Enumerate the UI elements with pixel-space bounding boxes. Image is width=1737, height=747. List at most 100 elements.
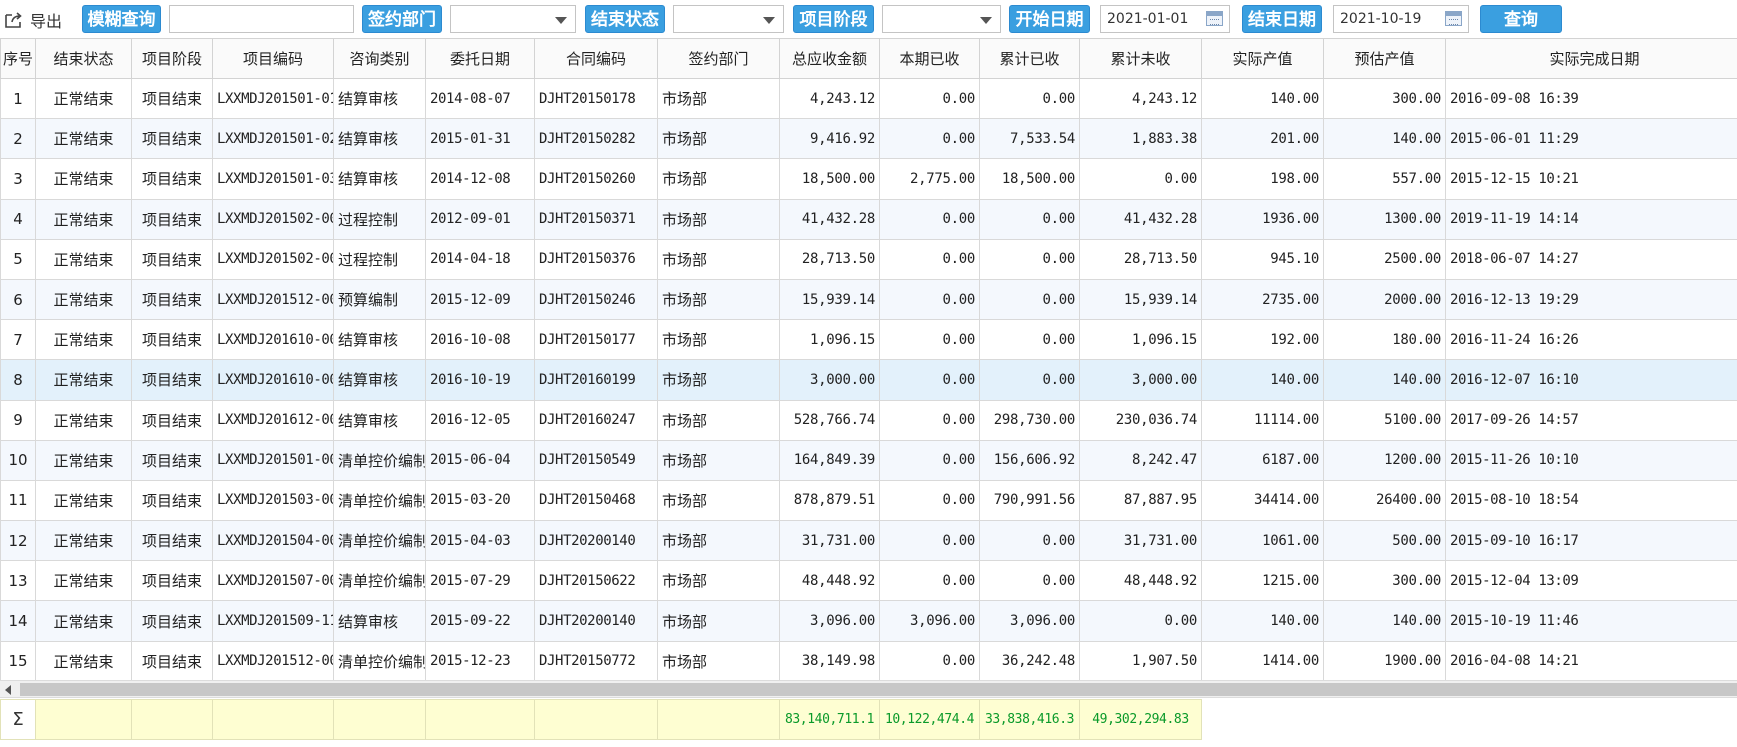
cell-cumulative-received: 7,533.54 bbox=[979, 118, 1080, 160]
table-row[interactable]: 6 正常结束 项目结束 LXXMDJ201512-001 预算编制 2015-12-09 D… bbox=[0, 278, 1737, 321]
department-select[interactable] bbox=[450, 5, 576, 33]
cell-contract-code: DJHT20150468 bbox=[534, 479, 658, 522]
column-header-consult-type[interactable]: 咨询类别 bbox=[333, 38, 426, 79]
table-row[interactable]: 11 正常结束 项目结束 LXXMDJ201503-009 清单控价编制 2015-03-… bbox=[0, 479, 1737, 522]
table-row[interactable]: 5 正常结束 项目结束 LXXMDJ201502-004 过程控制 2014-04-18 D… bbox=[0, 238, 1737, 280]
column-header-cumulative-received[interactable]: 累计已收 bbox=[979, 38, 1080, 79]
cell-actual-output: 34414.00 bbox=[1201, 479, 1324, 522]
table-row[interactable]: 2 正常结束 项目结束 LXXMDJ201501-023 结算审核 2015-01-31 D… bbox=[0, 118, 1737, 160]
cell-consult-type: 过程控制 bbox=[333, 198, 426, 240]
end-status-filter-label[interactable]: 结束状态 bbox=[585, 5, 665, 33]
column-header-project-stage[interactable]: 项目阶段 bbox=[131, 38, 213, 79]
summary-blank bbox=[1445, 699, 1737, 740]
cell-total-receivable: 31,731.00 bbox=[779, 520, 880, 562]
cell-actual-output: 201.00 bbox=[1201, 118, 1324, 160]
column-header-total-receivable[interactable]: 总应收金额 bbox=[779, 38, 880, 79]
cell-department: 市场部 bbox=[657, 640, 780, 682]
summary-cell bbox=[534, 699, 658, 740]
cell-estimated-output: 300.00 bbox=[1323, 77, 1446, 120]
cell-cumulative-received: 36,242.48 bbox=[979, 640, 1080, 682]
column-header-seq[interactable]: 序号 bbox=[0, 38, 36, 79]
column-header-entrust-date[interactable]: 委托日期 bbox=[425, 38, 535, 79]
cell-current-received: 3,096.00 bbox=[879, 600, 980, 642]
cell-consult-type: 清单控价编制 bbox=[333, 640, 426, 682]
table-row[interactable]: 12 正常结束 项目结束 LXXMDJ201504-000 清单控价编制 2015-04-… bbox=[0, 520, 1737, 562]
cell-cumulative-unreceived: 87,887.95 bbox=[1079, 479, 1202, 522]
column-header-completion-date[interactable]: 实际完成日期 bbox=[1445, 38, 1737, 79]
cell-contract-code: DJHT20150371 bbox=[534, 198, 658, 240]
department-filter-label[interactable]: 签约部门 bbox=[362, 5, 442, 33]
query-button[interactable]: 查询 bbox=[1480, 5, 1562, 33]
fuzzy-search-input[interactable] bbox=[169, 5, 354, 33]
cell-estimated-output: 500.00 bbox=[1323, 520, 1446, 562]
cell-estimated-output: 2000.00 bbox=[1323, 278, 1446, 321]
table-row[interactable]: 13 正常结束 项目结束 LXXMDJ201507-003 清单控价编制 2015-07-… bbox=[0, 560, 1737, 602]
calendar-icon[interactable] bbox=[1445, 11, 1462, 26]
cell-consult-type: 结算审核 bbox=[333, 319, 426, 361]
cell-seq: 7 bbox=[0, 319, 36, 361]
cell-project-stage: 项目结束 bbox=[131, 118, 213, 160]
table-row[interactable]: 8 正常结束 项目结束 LXXMDJ201610-001 结算审核 2016-10-19 D… bbox=[0, 359, 1737, 401]
cell-cumulative-received: 156,606.92 bbox=[979, 439, 1080, 481]
scroll-left-arrow-icon[interactable] bbox=[5, 685, 11, 695]
column-header-actual-output[interactable]: 实际产值 bbox=[1201, 38, 1324, 79]
column-header-project-code[interactable]: 项目编码 bbox=[212, 38, 334, 79]
project-stage-select[interactable] bbox=[882, 5, 1001, 33]
cell-completion-date: 2016-11-24 16:26 bbox=[1445, 319, 1737, 361]
column-header-current-received[interactable]: 本期已收 bbox=[879, 38, 980, 79]
project-stage-filter-label[interactable]: 项目阶段 bbox=[793, 5, 874, 33]
start-date-filter-label[interactable]: 开始日期 bbox=[1009, 5, 1090, 33]
table-row[interactable]: 4 正常结束 项目结束 LXXMDJ201502-003 过程控制 2012-09-01 D… bbox=[0, 198, 1737, 240]
table-row[interactable]: 1 正常结束 项目结束 LXXMDJ201501-018 结算审核 2014-08-07 D… bbox=[0, 77, 1737, 120]
table-row[interactable]: 14 正常结束 项目结束 LXXMDJ201509-115 结算审核 2015-09-22… bbox=[0, 600, 1737, 642]
cell-entrust-date: 2015-09-22 bbox=[425, 600, 535, 642]
horizontal-scrollbar[interactable] bbox=[0, 680, 1737, 698]
cell-entrust-date: 2016-10-19 bbox=[425, 359, 535, 401]
calendar-icon[interactable] bbox=[1206, 11, 1223, 26]
export-button[interactable]: 导出 bbox=[4, 8, 62, 32]
start-date-input[interactable]: 2021-01-01 bbox=[1100, 5, 1230, 33]
cell-end-status: 正常结束 bbox=[35, 238, 132, 280]
table-row[interactable]: 7 正常结束 项目结束 LXXMDJ201610-000 结算审核 2016-10-08 D… bbox=[0, 319, 1737, 361]
chevron-down-icon bbox=[763, 17, 775, 24]
cell-end-status: 正常结束 bbox=[35, 118, 132, 160]
cell-entrust-date: 2015-06-04 bbox=[425, 439, 535, 481]
cell-contract-code: DJHT20150246 bbox=[534, 278, 658, 321]
end-date-filter-label[interactable]: 结束日期 bbox=[1242, 5, 1322, 33]
column-header-end-status[interactable]: 结束状态 bbox=[35, 38, 132, 79]
column-header-estimated-output[interactable]: 预估产值 bbox=[1323, 38, 1446, 79]
cell-entrust-date: 2012-09-01 bbox=[425, 198, 535, 240]
cell-project-stage: 项目结束 bbox=[131, 198, 213, 240]
cell-cumulative-unreceived: 31,731.00 bbox=[1079, 520, 1202, 562]
cell-actual-output: 198.00 bbox=[1201, 158, 1324, 200]
cell-total-receivable: 18,500.00 bbox=[779, 158, 880, 200]
cell-contract-code: DJHT20150772 bbox=[534, 640, 658, 682]
cell-current-received: 0.00 bbox=[879, 77, 980, 120]
fuzzy-search-button[interactable]: 模糊查询 bbox=[82, 5, 161, 33]
cell-end-status: 正常结束 bbox=[35, 278, 132, 321]
cell-department: 市场部 bbox=[657, 399, 780, 441]
cell-seq: 11 bbox=[0, 479, 36, 522]
end-status-select[interactable] bbox=[673, 5, 784, 33]
table-row[interactable]: 15 正常结束 项目结束 LXXMDJ201512-003 清单控价编制 2015-12-… bbox=[0, 640, 1737, 682]
cell-contract-code: DJHT20160247 bbox=[534, 399, 658, 441]
cell-consult-type: 过程控制 bbox=[333, 238, 426, 280]
table-row[interactable]: 10 正常结束 项目结束 LXXMDJ201501-009 清单控价编制 2015-06-… bbox=[0, 439, 1737, 481]
column-header-department[interactable]: 签约部门 bbox=[657, 38, 780, 79]
cell-completion-date: 2015-12-15 10:21 bbox=[1445, 158, 1737, 200]
table-row[interactable]: 3 正常结束 项目结束 LXXMDJ201501-032 结算审核 2014-12-08 D… bbox=[0, 158, 1737, 200]
cell-estimated-output: 26400.00 bbox=[1323, 479, 1446, 522]
end-date-input[interactable]: 2021-10-19 bbox=[1333, 5, 1469, 33]
cell-department: 市场部 bbox=[657, 118, 780, 160]
cell-contract-code: DJHT20200140 bbox=[534, 600, 658, 642]
scrollbar-thumb[interactable] bbox=[20, 683, 1737, 696]
cell-department: 市场部 bbox=[657, 479, 780, 522]
column-header-contract-code[interactable]: 合同编码 bbox=[534, 38, 658, 79]
cell-end-status: 正常结束 bbox=[35, 399, 132, 441]
cell-consult-type: 结算审核 bbox=[333, 158, 426, 200]
cell-cumulative-unreceived: 3,000.00 bbox=[1079, 359, 1202, 401]
table-row[interactable]: 9 正常结束 项目结束 LXXMDJ201612-001 结算审核 2016-12-05 D… bbox=[0, 399, 1737, 441]
export-icon bbox=[5, 12, 22, 28]
cell-cumulative-received: 0.00 bbox=[979, 520, 1080, 562]
column-header-cumulative-unreceived[interactable]: 累计未收 bbox=[1079, 38, 1202, 79]
